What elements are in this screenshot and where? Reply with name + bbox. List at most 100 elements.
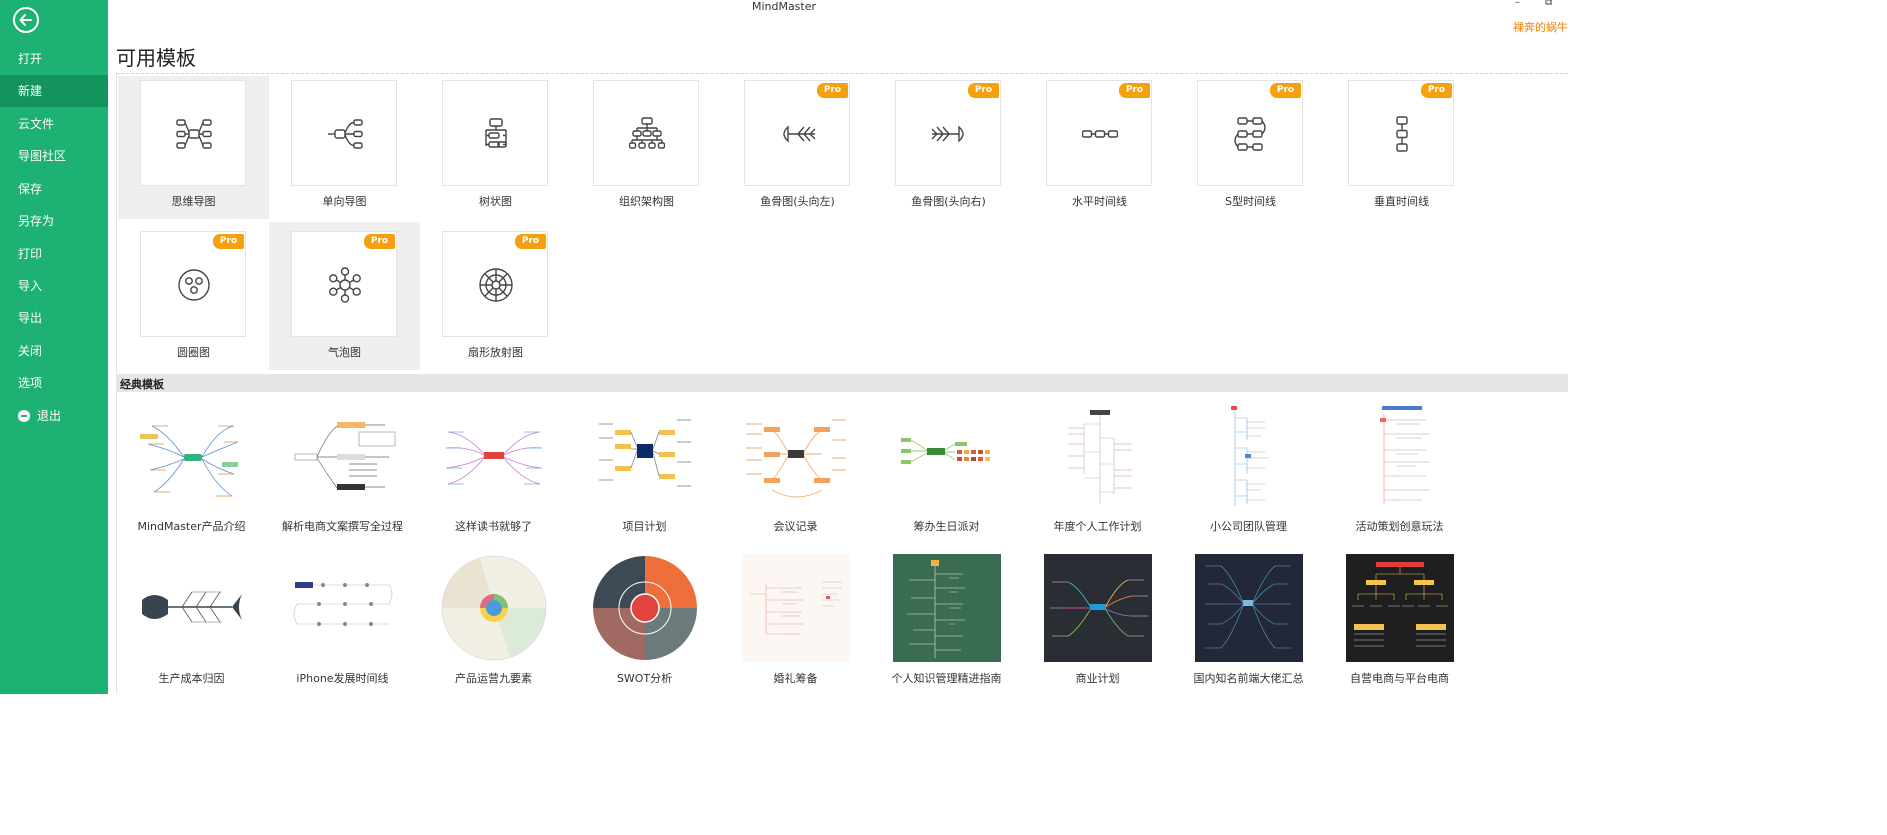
template-fishbone-right[interactable]: Pro 鱼骨图(头向右) (873, 76, 1024, 219)
template-label: 垂直时间线 (1374, 195, 1429, 208)
template-label: 单向导图 (322, 195, 367, 208)
sidebar-item-new[interactable]: 新建 (0, 75, 108, 107)
pro-badge: Pro (515, 234, 546, 249)
arrow-left-icon (19, 14, 32, 26)
template-card (291, 80, 397, 186)
template-label: SWOT分析 (616, 672, 673, 685)
template-org-chart[interactable]: 组织架构图 (571, 76, 722, 219)
template-thumbnail (893, 404, 1001, 512)
template-thumbnail (742, 404, 850, 512)
sidebar-item-exit-label: 退出 (37, 409, 62, 423)
template-label: 商业计划 (1075, 672, 1120, 685)
pro-badge: Pro (817, 83, 848, 98)
sidebar-item-close[interactable]: 关闭 (0, 335, 108, 367)
template-label: 小公司团队管理 (1210, 520, 1287, 533)
minimize-button[interactable]: – (1515, 0, 1520, 8)
template-horizontal-timeline[interactable]: Pro 水平时间线 (1024, 76, 1175, 219)
section-title: 经典模板 (120, 378, 164, 391)
template-vertical-timeline[interactable]: Pro 垂直时间线 (1326, 76, 1477, 219)
template-bubble[interactable]: Pro 气泡图 (269, 222, 420, 370)
template-label: 鱼骨图(头向右) (911, 195, 986, 208)
fishbone-right-icon (931, 125, 964, 143)
sidebar-item-save[interactable]: 保存 (0, 173, 108, 205)
mindmap-icon (176, 119, 212, 149)
template-label: S型时间线 (1225, 195, 1276, 208)
circle-icon (178, 269, 210, 301)
template-thumbnail (1346, 404, 1454, 512)
classic-templates-header: 经典模板 (116, 374, 1568, 392)
template-label: 树状图 (479, 195, 512, 208)
template-sector[interactable]: Pro 扇形放射图 (420, 227, 571, 370)
sidebar-item-save-as[interactable]: 另存为 (0, 205, 108, 237)
template-thumbnail (1346, 554, 1454, 662)
template-circle[interactable]: Pro 圆圈图 (118, 227, 269, 370)
template-fishbone-left[interactable]: Pro 鱼骨图(头向左) (722, 76, 873, 219)
sector-icon (479, 268, 513, 302)
sidebar: 打开 新建 云文件 导图社区 保存 另存为 打印 导入 导出 关闭 选项 退出 (0, 0, 108, 694)
sidebar-item-export[interactable]: 导出 (0, 302, 108, 334)
template-mindmap[interactable]: 思维导图 (118, 76, 269, 219)
template-card: Pro (291, 231, 397, 337)
template-label: 婚礼筹备 (773, 672, 818, 685)
template-tree[interactable]: 树状图 (420, 76, 571, 219)
template-label: 年度个人工作计划 (1053, 520, 1142, 533)
template-thumbnail (289, 554, 397, 662)
pro-badge: Pro (364, 234, 395, 249)
template-label: 这样读书就够了 (455, 520, 532, 533)
template-label: 气泡图 (328, 346, 361, 359)
template-card: Pro (895, 80, 1001, 186)
org-chart-icon (629, 117, 665, 149)
user-name[interactable]: 裸奔的蜗牛 (1513, 19, 1568, 35)
template-card: Pro (442, 231, 548, 337)
vertical-timeline-icon (1396, 116, 1408, 152)
template-thumbnail (1195, 404, 1303, 512)
pro-badge: Pro (213, 234, 244, 249)
template-thumbnail (138, 404, 246, 512)
template-card: Pro (1046, 80, 1152, 186)
app-title: MindMaster (751, 0, 817, 13)
sidebar-item-cloud-files[interactable]: 云文件 (0, 108, 108, 140)
template-thumbnail (1044, 554, 1152, 662)
template-label: 思维导图 (171, 195, 216, 208)
template-label: MindMaster产品介绍 (137, 520, 246, 533)
sidebar-item-import[interactable]: 导入 (0, 270, 108, 302)
sidebar-item-print[interactable]: 打印 (0, 238, 108, 270)
exit-icon (18, 410, 30, 422)
template-card: Pro (1197, 80, 1303, 186)
template-right-map[interactable]: 单向导图 (269, 76, 420, 219)
s-timeline-icon (1234, 117, 1266, 151)
template-label: 筹办生日派对 (913, 520, 980, 533)
template-thumbnail (440, 554, 548, 662)
restore-button[interactable]: ⧉ (1545, 0, 1552, 8)
sidebar-item-open[interactable]: 打开 (0, 43, 108, 75)
pro-badge: Pro (1270, 83, 1301, 98)
template-thumbnail (893, 554, 1001, 662)
template-thumbnail (591, 404, 699, 512)
fishbone-left-icon (783, 125, 816, 143)
template-thumbnail (742, 554, 850, 662)
template-card (593, 80, 699, 186)
template-thumbnail (138, 554, 246, 662)
template-card (442, 80, 548, 186)
page-title: 可用模板 (116, 46, 196, 70)
template-card (140, 80, 246, 186)
template-thumbnail (1195, 554, 1303, 662)
template-label: 水平时间线 (1072, 195, 1127, 208)
sidebar-item-community[interactable]: 导图社区 (0, 140, 108, 172)
template-s-timeline[interactable]: Pro S型时间线 (1175, 76, 1326, 219)
sidebar-item-exit[interactable]: 退出 (0, 400, 108, 432)
template-label: 扇形放射图 (468, 346, 523, 359)
template-label: iPhone发展时间线 (296, 672, 389, 685)
template-label: 活动策划创意玩法 (1355, 520, 1444, 533)
template-label: 自营电商与平台电商 (1350, 672, 1449, 685)
template-label: 鱼骨图(头向左) (760, 195, 835, 208)
pro-badge: Pro (1119, 83, 1150, 98)
template-label: 个人知识管理精进指南 (891, 672, 1002, 685)
template-label: 组织架构图 (619, 195, 674, 208)
template-thumbnail (440, 404, 548, 512)
pro-badge: Pro (1421, 83, 1452, 98)
sidebar-item-options[interactable]: 选项 (0, 367, 108, 399)
template-thumbnail (1044, 404, 1152, 512)
tree-icon (485, 118, 507, 148)
template-label: 项目计划 (622, 520, 667, 533)
